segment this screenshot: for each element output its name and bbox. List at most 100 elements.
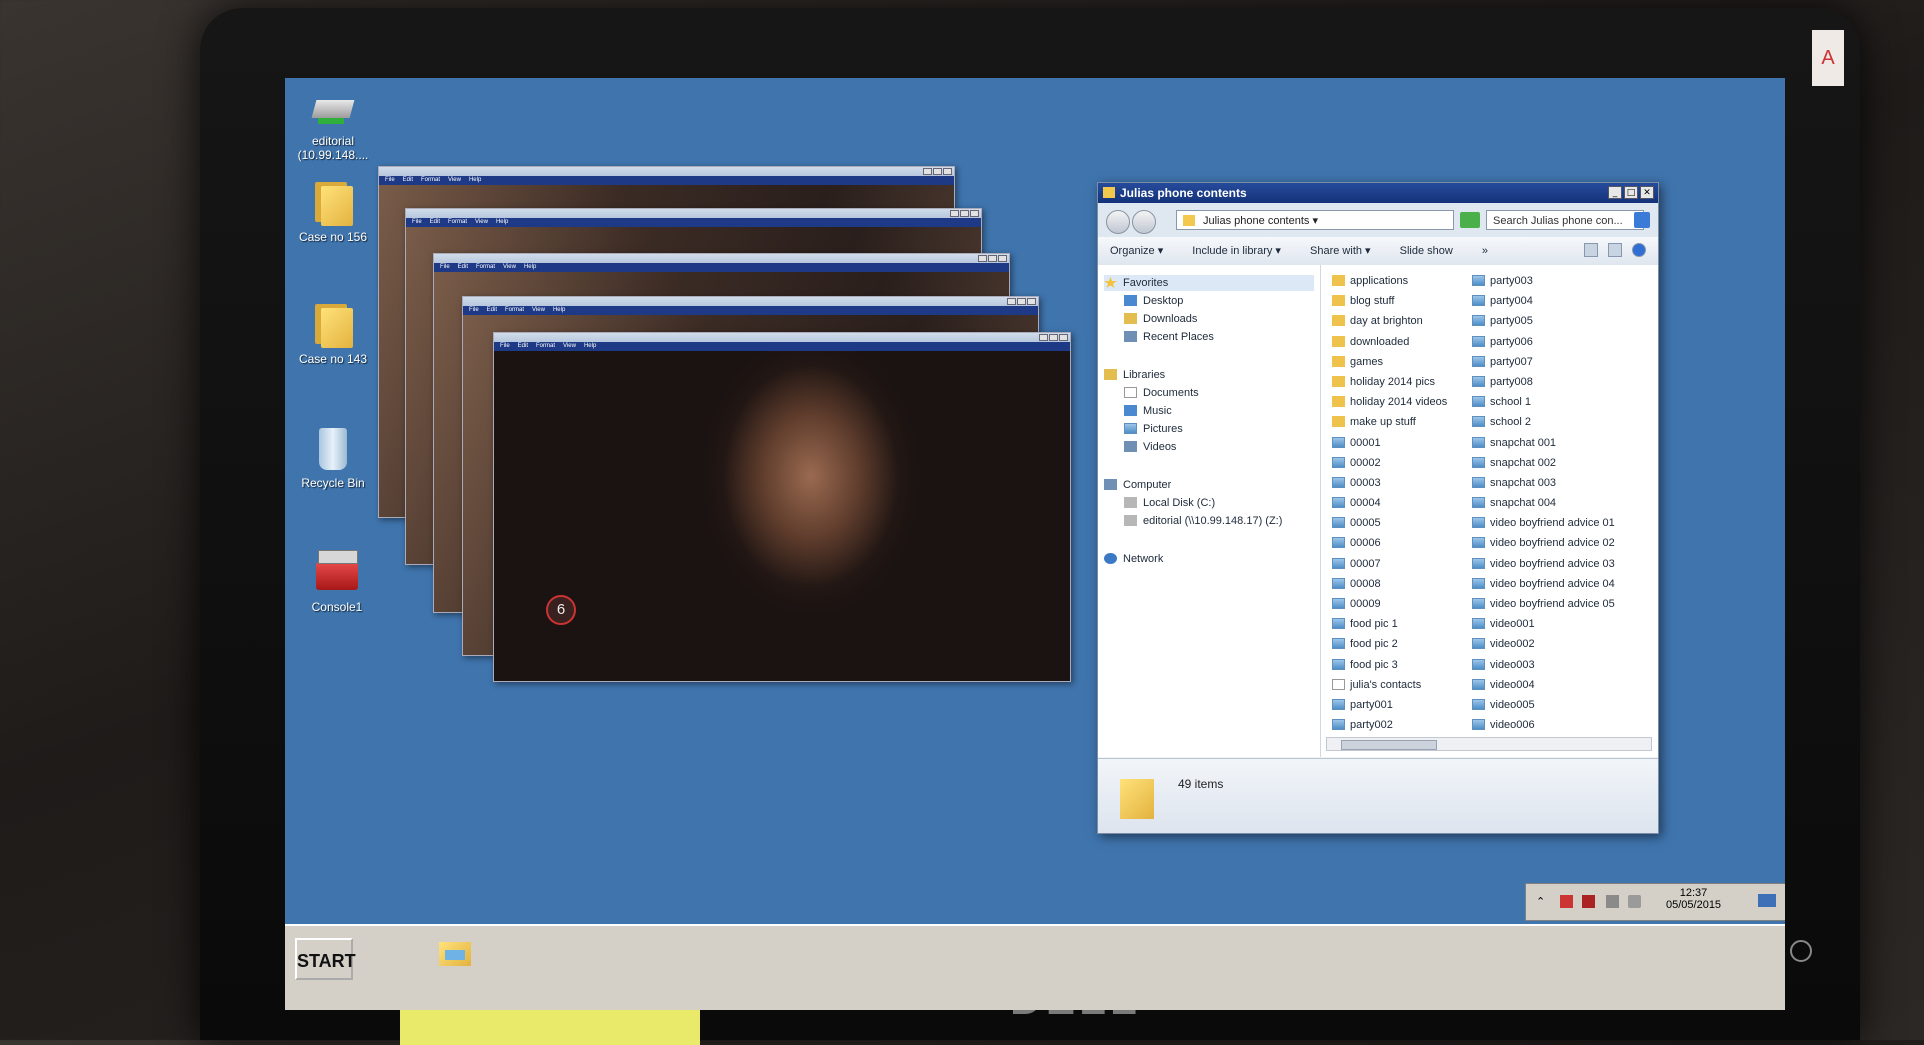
file-item[interactable]: school 2 (1472, 412, 1615, 432)
file-item[interactable]: video005 (1472, 695, 1615, 715)
file-item[interactable]: 00003 (1332, 473, 1447, 493)
window-controls[interactable] (1007, 298, 1036, 305)
file-item[interactable]: party006 (1472, 332, 1615, 352)
nav-desktop[interactable]: Desktop (1124, 293, 1183, 309)
file-item[interactable]: 00009 (1332, 594, 1447, 614)
file-item[interactable]: snapchat 002 (1472, 453, 1615, 473)
organize-menu[interactable]: Organize ▾ (1110, 245, 1163, 257)
file-item[interactable]: video boyfriend advice 05 (1472, 594, 1615, 614)
file-item[interactable]: video004 (1472, 675, 1615, 695)
explorer-window[interactable]: Julias phone contents _ □ ✕ Julias phone… (1097, 182, 1659, 834)
go-refresh-button[interactable] (1460, 212, 1480, 228)
address-path-input[interactable]: Julias phone contents ▾ (1176, 210, 1454, 230)
desktop-icon-recycle-bin[interactable]: Recycle Bin (285, 422, 383, 490)
file-item[interactable]: julia's contacts (1332, 675, 1447, 695)
minimize-button[interactable]: _ (1608, 186, 1622, 199)
show-hidden-icons-icon[interactable]: ⌃ (1536, 895, 1549, 908)
file-item[interactable]: party004 (1472, 291, 1615, 311)
back-button[interactable] (1106, 210, 1130, 234)
forward-button[interactable] (1132, 210, 1156, 234)
nav-libraries[interactable]: Libraries (1104, 367, 1165, 383)
file-item[interactable]: video boyfriend advice 01 (1472, 513, 1615, 533)
window-title-bar[interactable] (494, 333, 1070, 342)
window-controls[interactable] (950, 210, 979, 217)
preview-pane-icon[interactable] (1608, 243, 1622, 257)
nav-computer[interactable]: Computer (1104, 477, 1171, 493)
window-menu-bar[interactable]: File Edit Format View Help (434, 263, 1009, 272)
file-item[interactable]: video boyfriend advice 04 (1472, 574, 1615, 594)
file-item[interactable]: party005 (1472, 311, 1615, 331)
file-item[interactable]: video002 (1472, 634, 1615, 654)
file-item[interactable]: video003 (1472, 655, 1615, 675)
maximize-button[interactable]: □ (1624, 186, 1638, 199)
start-button[interactable]: START (295, 938, 356, 980)
window-title-bar[interactable] (406, 209, 981, 218)
more-commands-button[interactable]: » (1482, 245, 1488, 257)
window-controls[interactable] (923, 168, 952, 175)
file-item[interactable]: make up stuff (1332, 412, 1447, 432)
nav-favorites[interactable]: Favorites (1104, 275, 1314, 291)
desktop-icon-console1[interactable]: Console1 (287, 546, 387, 614)
file-item[interactable]: 00004 (1332, 493, 1447, 513)
file-item[interactable]: party008 (1472, 372, 1615, 392)
nav-music[interactable]: Music (1124, 403, 1172, 419)
file-item[interactable]: 00001 (1332, 433, 1447, 453)
window-title-bar[interactable] (434, 254, 1009, 263)
file-item[interactable]: party007 (1472, 352, 1615, 372)
scrollbar-thumb[interactable] (1341, 740, 1437, 750)
video-window-front[interactable]: File Edit Format View Help 6 (493, 332, 1071, 682)
file-item[interactable]: snapchat 003 (1472, 473, 1615, 493)
file-item[interactable]: 00002 (1332, 453, 1447, 473)
clock[interactable]: 12:37 05/05/2015 (1666, 887, 1721, 911)
share-with-menu[interactable]: Share with ▾ (1310, 245, 1371, 257)
file-item[interactable]: party001 (1332, 695, 1447, 715)
file-item[interactable]: day at brighton (1332, 311, 1447, 331)
network-status-icon[interactable] (1606, 895, 1619, 908)
window-title-bar[interactable] (379, 167, 954, 176)
file-item[interactable]: 00005 (1332, 513, 1447, 533)
window-menu-bar[interactable]: File Edit Format View Help (494, 342, 1070, 351)
window-controls[interactable] (978, 255, 1007, 262)
file-item[interactable]: 00007 (1332, 554, 1447, 574)
file-item[interactable]: applications (1332, 271, 1447, 291)
window-menu-bar[interactable]: File Edit Format View Help (379, 176, 954, 185)
slide-show-button[interactable]: Slide show (1400, 245, 1453, 257)
file-item[interactable]: games (1332, 352, 1447, 372)
file-item[interactable]: party002 (1332, 715, 1447, 735)
file-item[interactable]: holiday 2014 pics (1332, 372, 1447, 392)
nav-recent-places[interactable]: Recent Places (1124, 329, 1214, 345)
file-item[interactable]: video006 (1472, 715, 1615, 735)
window-menu-bar[interactable]: File Edit Format View Help (463, 306, 1038, 315)
file-item[interactable]: food pic 2 (1332, 634, 1447, 654)
file-item[interactable]: blog stuff (1332, 291, 1447, 311)
desktop-icon-editorial[interactable]: editorial (10.99.148.... (285, 90, 383, 162)
help-icon[interactable] (1632, 243, 1646, 257)
search-icon[interactable] (1634, 212, 1650, 228)
security-alert-icon[interactable] (1560, 895, 1573, 908)
nav-pictures[interactable]: Pictures (1124, 421, 1183, 437)
nav-videos[interactable]: Videos (1124, 439, 1176, 455)
nav-editorial-drive[interactable]: editorial (\\10.99.148.17) (Z:) (1124, 513, 1282, 529)
file-item[interactable]: 00006 (1332, 533, 1447, 553)
nav-network[interactable]: Network (1104, 551, 1163, 567)
file-item[interactable]: food pic 3 (1332, 655, 1447, 675)
search-input[interactable]: Search Julias phone con... (1486, 210, 1644, 230)
volume-icon[interactable] (1628, 895, 1641, 908)
include-in-library-menu[interactable]: Include in library ▾ (1192, 245, 1281, 257)
explorer-title-bar[interactable]: Julias phone contents _ □ ✕ (1098, 183, 1658, 203)
file-item[interactable]: party003 (1472, 271, 1615, 291)
show-desktop-icon[interactable] (1758, 894, 1776, 907)
file-item[interactable]: video boyfriend advice 03 (1472, 554, 1615, 574)
file-item[interactable]: snapchat 001 (1472, 433, 1615, 453)
nav-downloads[interactable]: Downloads (1124, 311, 1197, 327)
window-menu-bar[interactable]: File Edit Format View Help (406, 218, 981, 227)
window-controls[interactable] (1039, 334, 1068, 341)
power-button-icon[interactable] (1790, 940, 1812, 962)
file-item[interactable]: snapchat 004 (1472, 493, 1615, 513)
change-view-icon[interactable] (1584, 243, 1598, 257)
file-item[interactable]: food pic 1 (1332, 614, 1447, 634)
nav-documents[interactable]: Documents (1124, 385, 1199, 401)
file-item[interactable]: downloaded (1332, 332, 1447, 352)
file-item[interactable]: holiday 2014 videos (1332, 392, 1447, 412)
desktop-icon-case-143[interactable]: Case no 143 (285, 300, 383, 366)
